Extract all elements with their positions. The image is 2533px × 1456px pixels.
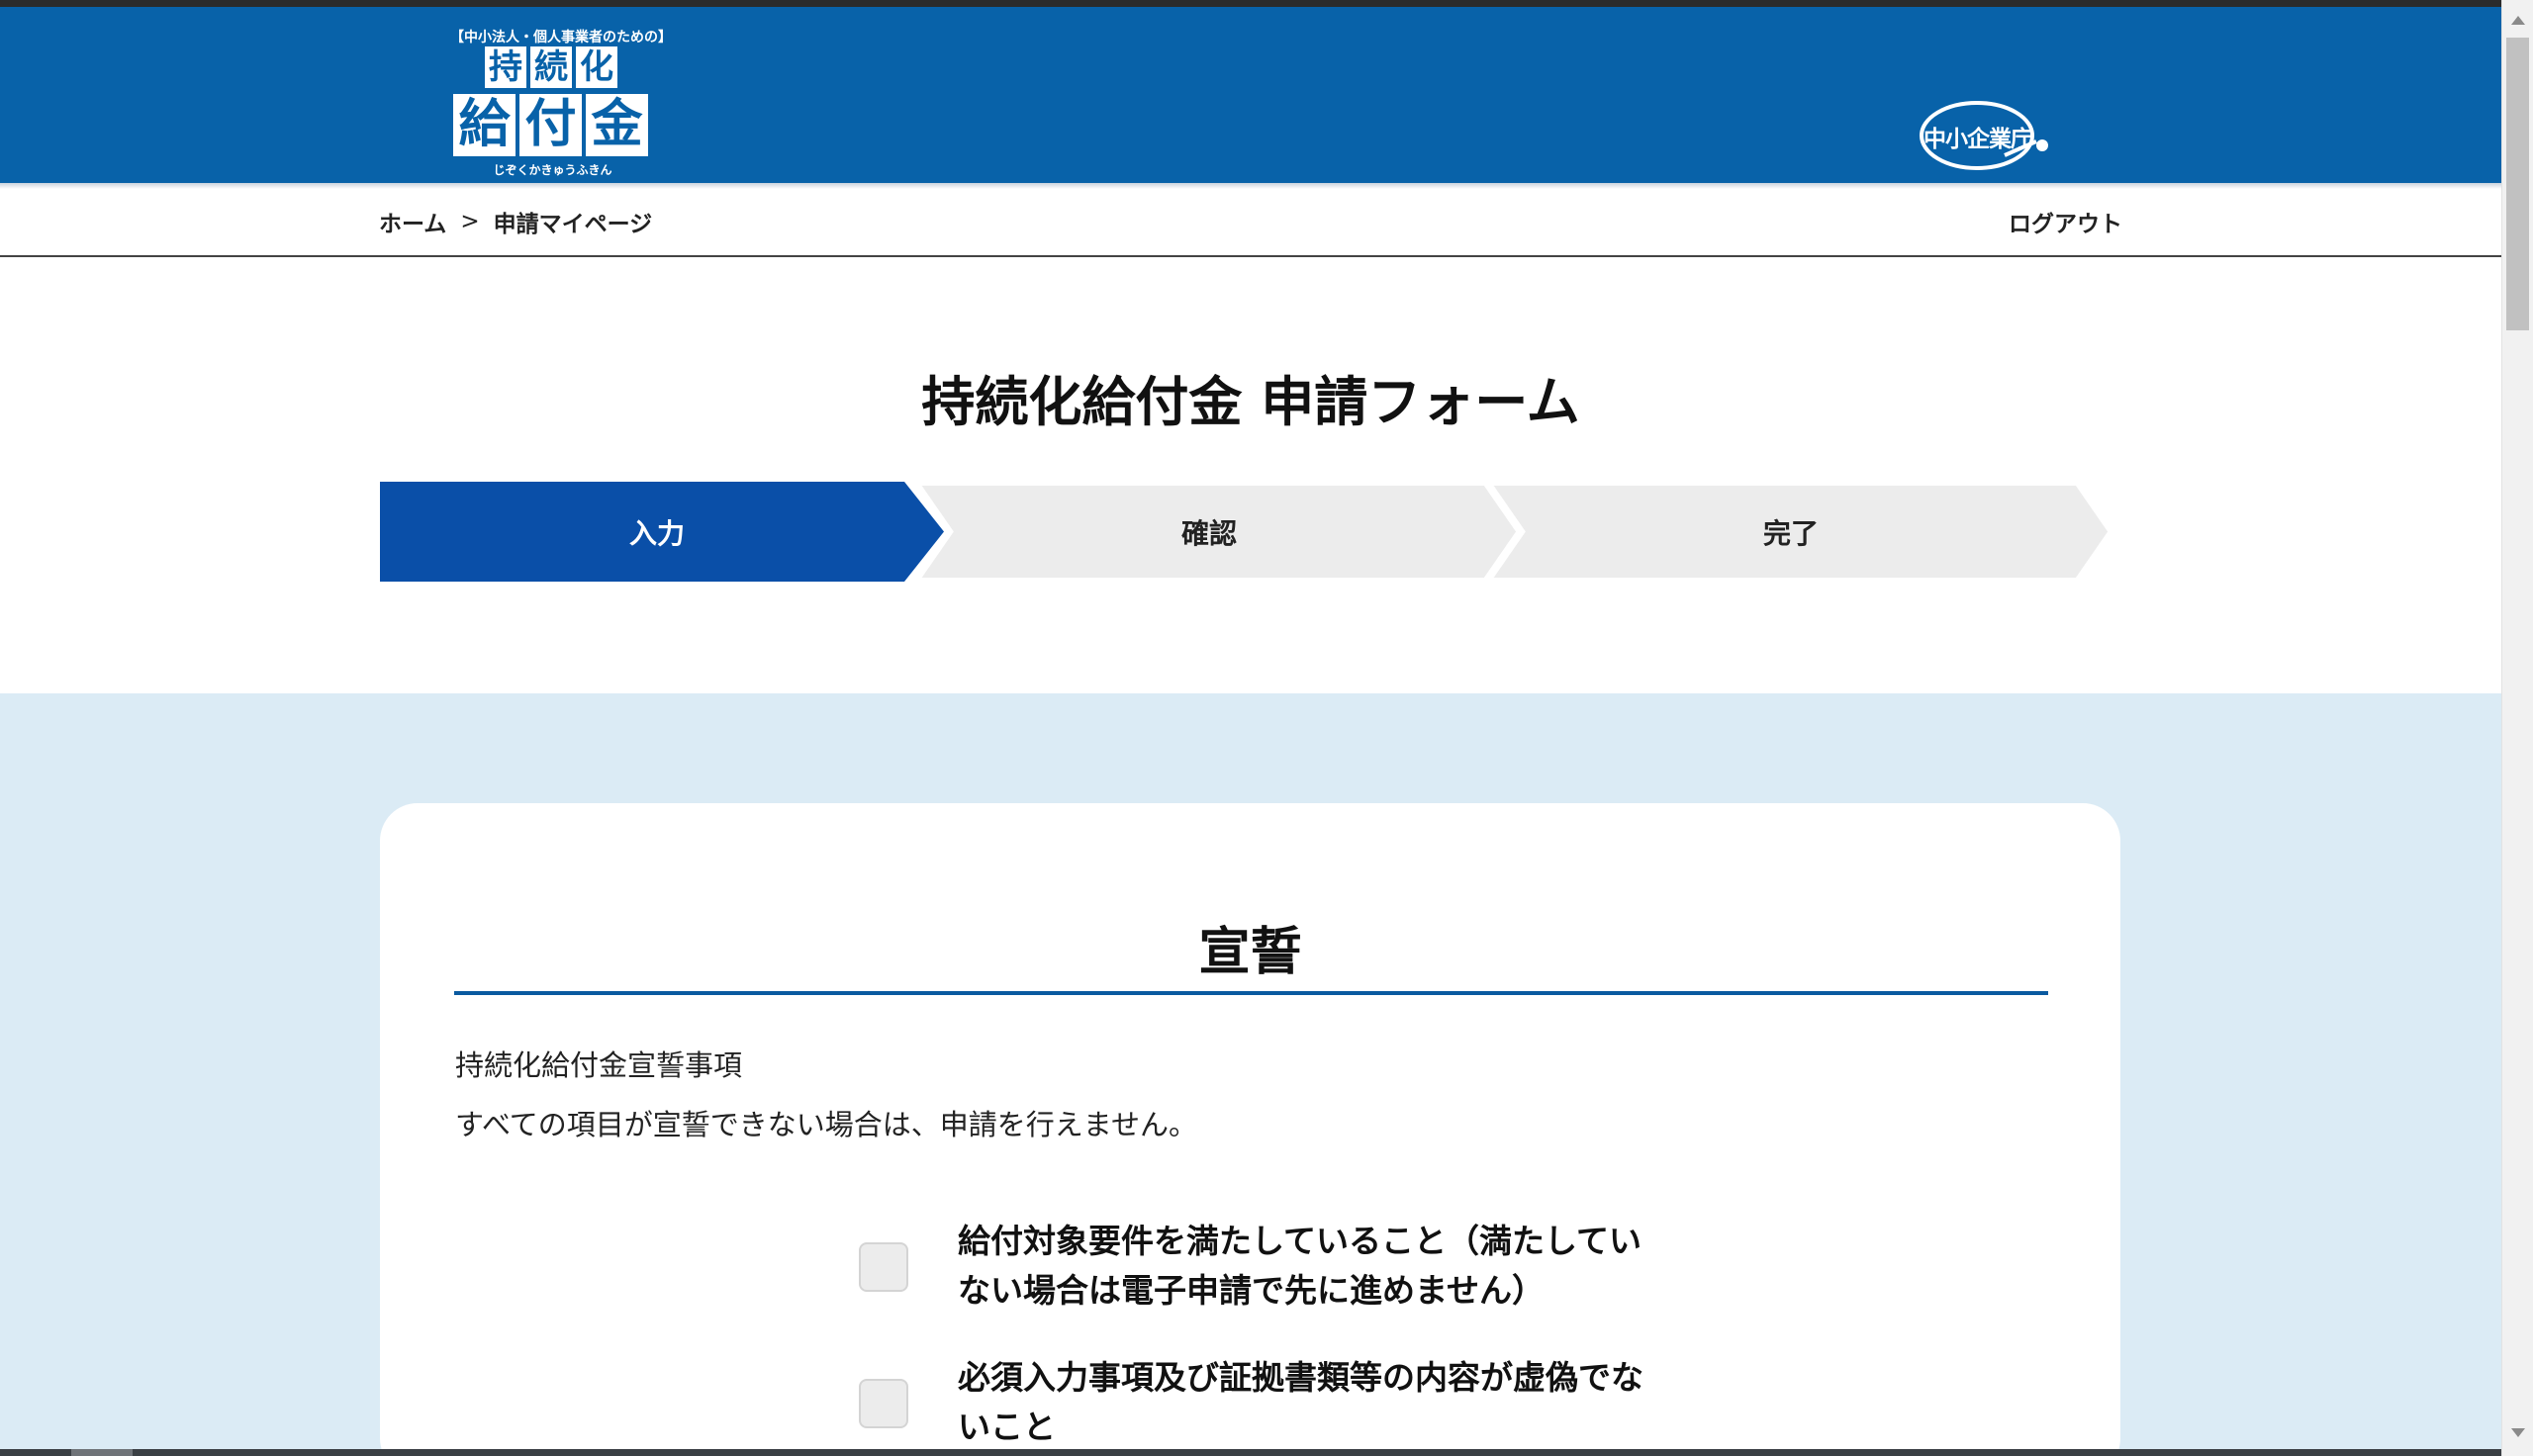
- logout-link[interactable]: ログアウト: [2009, 205, 2122, 238]
- declaration-checkbox[interactable]: [859, 1242, 908, 1292]
- declaration-item-text: 給付対象要件を満たしていること（満たしていない場合は電子申請で先に進めません）: [958, 1222, 1642, 1310]
- agency-logo-text: 中小企業庁: [1923, 127, 2033, 152]
- logo-char: 付: [519, 94, 582, 156]
- declaration-item-text: 必須入力事項及び証拠書類等の内容が虚偽でないこと: [958, 1358, 1643, 1446]
- logo-row-top: 持 続 化: [485, 46, 617, 88]
- logo-char: 給: [453, 94, 516, 156]
- scrollbar-thumb[interactable]: [2506, 38, 2529, 330]
- breadcrumb-home-link[interactable]: ホーム: [379, 205, 446, 238]
- breadcrumb: ホーム > 申請マイページ: [379, 205, 652, 238]
- logo-tagline: 【中小法人・個人事業者のための】: [450, 30, 672, 46]
- step-complete-label: 完了: [1762, 517, 1819, 550]
- declaration-item-truthful[interactable]: 必須入力事項及び証拠書類等の内容が虚偽でないこと: [859, 1353, 1650, 1456]
- declaration-heading: 持続化給付金宣誓事項: [455, 1048, 743, 1082]
- step-input-label: 入力: [628, 517, 685, 550]
- logo-reading: じぞくかきゅうふきん: [493, 163, 612, 177]
- declaration-title: 宣誓: [1198, 923, 1302, 982]
- logo-row-bottom: 給 付 金: [453, 94, 648, 156]
- declaration-checkbox[interactable]: [859, 1379, 908, 1428]
- progress-stepper: 入力 確認 完了: [380, 482, 2115, 582]
- logo-char: 持: [485, 46, 526, 88]
- site-logo[interactable]: 【中小法人・個人事業者のための】 持 続 化 給 付 金 じぞくかきゅうふきん: [450, 21, 672, 179]
- breadcrumb-bar: ホーム > 申請マイページ ログアウト: [0, 189, 2501, 257]
- declaration-title-rule: [454, 991, 2048, 995]
- scroll-up-arrow-icon[interactable]: [2511, 16, 2525, 25]
- site-header: 【中小法人・個人事業者のための】 持 続 化 給 付 金 じぞくかきゅうふきん …: [0, 7, 2501, 183]
- breadcrumb-current[interactable]: 申請マイページ: [494, 205, 653, 238]
- horizontal-scroll-thumb[interactable]: [71, 1449, 133, 1456]
- page-title: 持続化給付金 申請フォーム: [921, 371, 1580, 433]
- breadcrumb-separator: >: [460, 209, 480, 234]
- declaration-note: すべての項目が宣誓できない場合は、申請を行えません。: [455, 1108, 1197, 1141]
- agency-logo[interactable]: 中小企業庁: [1920, 96, 2052, 175]
- step-confirm-label: 確認: [1180, 517, 1237, 550]
- page: 【中小法人・個人事業者のための】 持 続 化 給 付 金 じぞくかきゅうふきん …: [0, 0, 2533, 1456]
- vertical-scrollbar[interactable]: [2501, 0, 2533, 1456]
- logo-char: 続: [530, 46, 572, 88]
- logo-char: 化: [576, 46, 617, 88]
- declaration-card: 宣誓 持続化給付金宣誓事項 すべての項目が宣誓できない場合は、申請を行えません。…: [380, 803, 2120, 1456]
- logo-char: 金: [586, 94, 648, 156]
- window-top-strip: [0, 0, 2501, 7]
- scroll-down-arrow-icon[interactable]: [2511, 1428, 2525, 1437]
- window-bottom-strip: [0, 1449, 2501, 1456]
- declaration-item-requirements[interactable]: 給付対象要件を満たしていること（満たしていない場合は電子申請で先に進めません）: [859, 1217, 1650, 1325]
